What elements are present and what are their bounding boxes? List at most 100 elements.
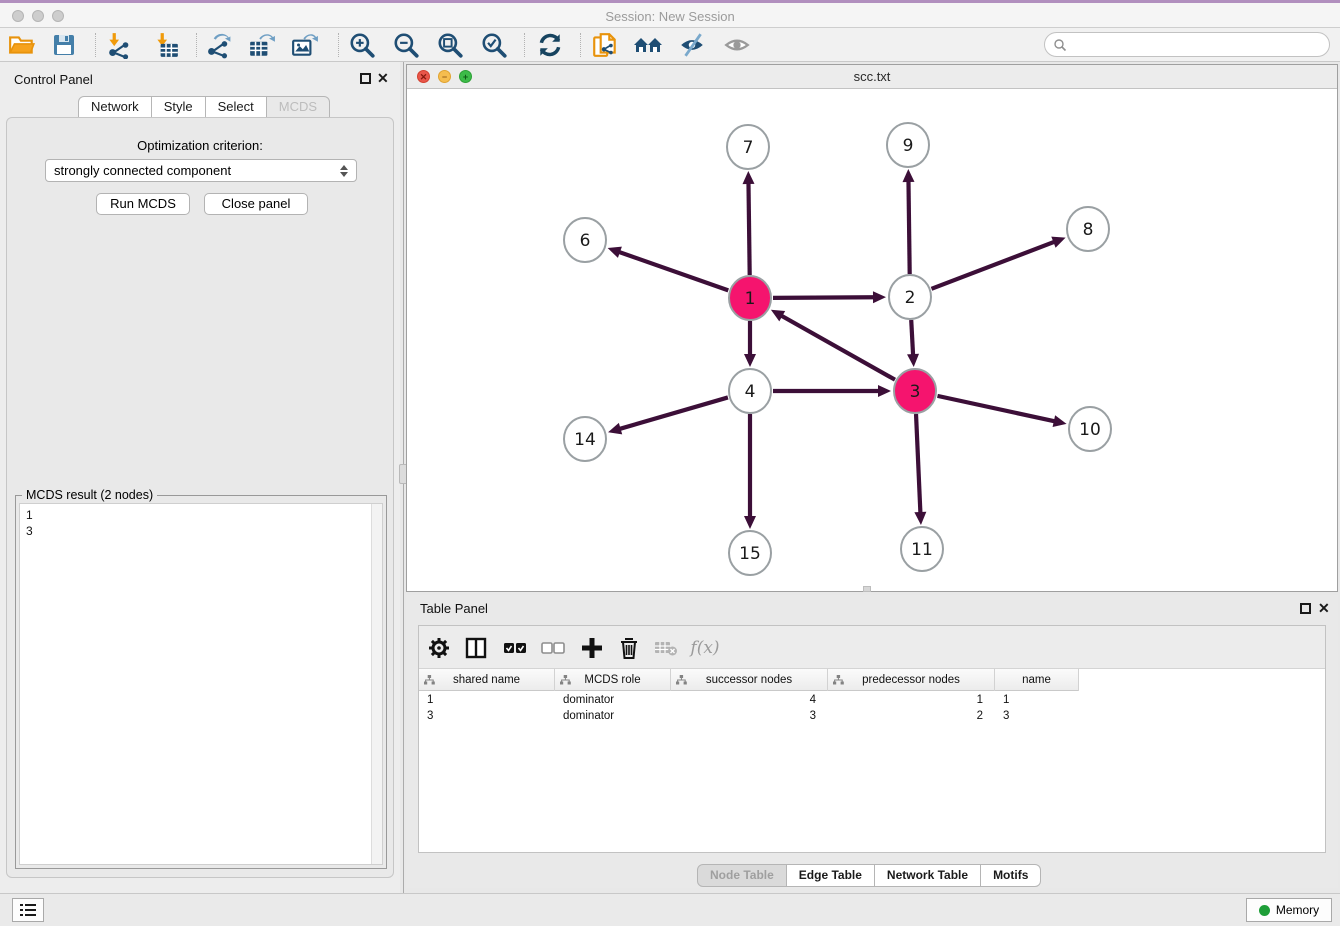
select-all-icon[interactable]	[501, 634, 529, 662]
tab-node-table[interactable]: Node Table	[697, 864, 787, 887]
export-table-icon[interactable]	[247, 30, 277, 60]
column-header-mcds-role[interactable]: MCDS role	[555, 669, 671, 691]
column-header-predecessor-nodes[interactable]: predecessor nodes	[828, 669, 995, 691]
graph-edge[interactable]	[907, 320, 919, 367]
delete-row-icon[interactable]	[615, 634, 643, 662]
zoom-in-icon[interactable]	[347, 30, 377, 60]
zoom-out-icon[interactable]	[391, 30, 421, 60]
search-box[interactable]	[1044, 32, 1330, 57]
window-resize-grip[interactable]	[863, 586, 871, 592]
tab-network[interactable]: Network	[78, 96, 152, 118]
gear-icon[interactable]	[425, 634, 453, 662]
open-session-icon[interactable]	[7, 30, 37, 60]
close-table-panel-icon[interactable]: ✕	[1318, 603, 1330, 614]
svg-text:10: 10	[1079, 420, 1101, 440]
graphics-details-icon[interactable]	[677, 30, 707, 60]
window-title: Session: New Session	[0, 9, 1340, 24]
float-table-panel-icon[interactable]	[1300, 603, 1311, 614]
graph-edge[interactable]	[608, 247, 729, 291]
graph-node-11[interactable]: 11	[901, 527, 943, 571]
toolbar-separator	[95, 33, 96, 57]
result-scrollbar[interactable]	[371, 504, 382, 864]
toolbar-separator	[196, 33, 197, 57]
graph-edge[interactable]	[937, 396, 1066, 427]
result-line: 1	[26, 507, 376, 523]
graph-node-8[interactable]: 8	[1067, 207, 1109, 251]
graph-edge[interactable]	[744, 414, 756, 529]
graph-node-10[interactable]: 10	[1069, 407, 1111, 451]
toolbar-separator	[580, 33, 581, 57]
tab-edge-table[interactable]: Edge Table	[786, 864, 875, 887]
status-bar: Memory	[0, 893, 1340, 926]
tab-select[interactable]: Select	[205, 96, 267, 118]
main-toolbar	[0, 28, 1340, 62]
memory-button[interactable]: Memory	[1246, 898, 1332, 922]
table-row[interactable]: 1 dominator 4 1 1	[419, 693, 1325, 709]
graph-node-6[interactable]: 6	[564, 218, 606, 262]
clone-network-icon[interactable]	[590, 30, 620, 60]
svg-text:4: 4	[745, 382, 756, 402]
export-network-icon[interactable]	[203, 30, 233, 60]
graph-node-1[interactable]: 1	[729, 276, 771, 320]
tab-mcds[interactable]: MCDS	[266, 96, 330, 118]
add-row-icon[interactable]	[578, 634, 606, 662]
toolbar-separator	[524, 33, 525, 57]
run-mcds-button[interactable]: Run MCDS	[96, 193, 190, 215]
search-input[interactable]	[1067, 38, 1329, 52]
zoom-fit-icon[interactable]	[435, 30, 465, 60]
save-session-icon[interactable]	[49, 30, 79, 60]
console-log-button[interactable]	[12, 898, 44, 922]
mcds-result-title: MCDS result (2 nodes)	[22, 488, 157, 502]
graph-edge[interactable]	[744, 321, 756, 367]
close-panel-button[interactable]: Close panel	[204, 193, 308, 215]
float-panel-icon[interactable]	[360, 73, 371, 84]
zoom-selected-icon[interactable]	[479, 30, 509, 60]
export-image-icon[interactable]	[290, 30, 320, 60]
graph-edge[interactable]	[914, 414, 926, 525]
network-window-titlebar[interactable]: ✕ − + scc.txt	[407, 65, 1337, 89]
graph-node-2[interactable]: 2	[889, 275, 931, 319]
deselect-all-icon[interactable]	[539, 634, 567, 662]
graph-node-14[interactable]: 14	[564, 417, 606, 461]
graph-edge[interactable]	[773, 385, 891, 397]
graph-edge[interactable]	[742, 171, 754, 275]
table-row[interactable]: 3 dominator 3 2 3	[419, 709, 1325, 725]
graph-edge[interactable]	[773, 291, 886, 303]
column-header-shared-name[interactable]: shared name	[419, 669, 555, 691]
control-panel-tabs: Network Style Select MCDS	[78, 96, 330, 118]
svg-text:14: 14	[574, 430, 596, 450]
tab-network-table[interactable]: Network Table	[874, 864, 981, 887]
network-window: ✕ − + scc.txt 7 9 6 8 1 2 4 3 14 10 15 11	[406, 64, 1338, 592]
network-window-title: scc.txt	[407, 69, 1337, 84]
graph-edge[interactable]	[771, 310, 895, 380]
birds-eye-view-icon	[722, 30, 752, 60]
network-canvas[interactable]: 7 9 6 8 1 2 4 3 14 10 15 11	[407, 89, 1337, 591]
refresh-layout-icon[interactable]	[535, 30, 565, 60]
graph-node-4[interactable]: 4	[729, 369, 771, 413]
column-type-icon	[560, 675, 571, 685]
memory-status-icon	[1259, 905, 1270, 916]
tab-motifs[interactable]: Motifs	[980, 864, 1041, 887]
column-header-name[interactable]: name	[995, 669, 1079, 691]
criterion-dropdown[interactable]: strongly connected component	[45, 159, 357, 182]
column-type-icon	[833, 675, 844, 685]
import-network-icon[interactable]	[103, 30, 133, 60]
graph-edge[interactable]	[902, 169, 914, 274]
table-body: 1 dominator 4 1 1 3 dominator 3 2 3	[419, 693, 1325, 725]
column-header-successor-nodes[interactable]: successor nodes	[671, 669, 828, 691]
double-house-icon[interactable]	[633, 30, 663, 60]
table-container: f(x) shared name MCDS role successor nod…	[418, 625, 1326, 853]
tab-style[interactable]: Style	[151, 96, 206, 118]
graph-node-9[interactable]: 9	[887, 123, 929, 167]
graph-node-7[interactable]: 7	[727, 125, 769, 169]
result-line: 3	[26, 523, 376, 539]
graph-edge[interactable]	[931, 237, 1065, 289]
graph-edge[interactable]	[608, 397, 728, 434]
close-panel-icon[interactable]: ✕	[377, 73, 389, 84]
column-layout-icon[interactable]	[462, 634, 490, 662]
svg-text:2: 2	[905, 288, 916, 308]
import-table-icon[interactable]	[151, 30, 181, 60]
graph-node-15[interactable]: 15	[729, 531, 771, 575]
graph-node-3[interactable]: 3	[894, 369, 936, 413]
mcds-result-textarea[interactable]: 1 3	[19, 503, 383, 865]
